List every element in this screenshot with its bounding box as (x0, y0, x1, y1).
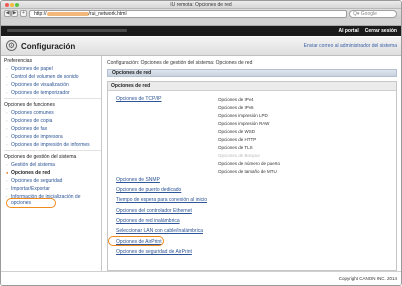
tcpip-subitem-disabled: Opciones de Bonjour (218, 153, 261, 158)
footer: Copyright CANON INC. 2014 (1, 271, 401, 285)
browser-toolbar: ◀ ▶ + http:// /rui_network.html Q▾ Google (1, 9, 401, 19)
sidebar-section-functions: Opciones de funciones (4, 102, 55, 108)
wireless-lan-link[interactable]: Opciones de red inalámbrica (116, 218, 180, 224)
search-field[interactable]: Q▾ Google (349, 10, 397, 18)
tcpip-subitem: Opciones impresión RAW (218, 121, 270, 126)
top-banner: Al portal Cerrar sesión (1, 26, 401, 36)
sidebar-item-network[interactable]: Opciones de red (1, 169, 101, 177)
divider (4, 98, 101, 99)
page-title: Configuración (21, 42, 76, 51)
startup-wait-time-link[interactable]: Tiempo de espera para conexión al inicio (116, 197, 207, 203)
url-prefix: http:// (34, 11, 47, 17)
airprint-highlight (108, 236, 164, 246)
sidebar-section-preferences: Preferencias (4, 58, 33, 64)
divider (4, 150, 101, 151)
address-bar[interactable]: http:// /rui_network.html (29, 10, 347, 18)
back-button[interactable]: ◀ (4, 10, 11, 17)
sidebar-item-display[interactable]: Opciones de visualización (1, 81, 101, 89)
url-suffix: /rui_network.html (88, 11, 127, 17)
panel-title: Opciones de red (108, 82, 396, 91)
ethernet-driver-link[interactable]: Opciones del controlador Ethernet (116, 208, 192, 214)
title-bar: IU remota: Opciones de red (1, 1, 401, 9)
portal-link[interactable]: Al portal (338, 28, 358, 34)
send-email-admin-link[interactable]: Enviar correo al administrador del siste… (304, 43, 397, 49)
tcpip-subitem: Opciones impresión LPD (218, 113, 268, 118)
sidebar-item-paper[interactable]: Opciones de papel (1, 65, 101, 73)
tcpip-subitem: Opciones de HTTP (218, 137, 257, 142)
sidebar-item-timer[interactable]: Opciones de temporizador (1, 89, 101, 97)
tcpip-settings-link[interactable]: Opciones de TCP/IP (116, 96, 162, 102)
dedicated-port-link[interactable]: Opciones de puerto dedicado (116, 187, 181, 193)
add-bookmark-button[interactable]: + (20, 10, 27, 17)
gear-icon: ⚙ (6, 40, 17, 51)
redacted-address (46, 11, 89, 16)
select-wired-wireless-link[interactable]: Seleccionar LAN con cable/inalámbrica (116, 228, 203, 234)
tcpip-subitem: Opciones de número de puerto (218, 161, 281, 166)
tcpip-subitem: Opciones de TLS (218, 145, 253, 150)
sidebar-item-copy[interactable]: Opciones de copia (1, 117, 101, 125)
sidebar-item-import-export[interactable]: Importar/Exportar (1, 185, 101, 193)
main-content: Configuración: Opciones de gestión del s… (103, 56, 401, 285)
bookmarks-bar (1, 19, 401, 26)
logout-link[interactable]: Cerrar sesión (365, 28, 397, 34)
airprint-security-link[interactable]: Opciones de seguridad de AirPrint (116, 249, 192, 255)
banner-device-info (7, 29, 127, 32)
sidebar-item-report-printing[interactable]: Opciones de impresión de informes (1, 141, 101, 149)
tcpip-subitem: Opciones de tamaño de MTU (218, 169, 277, 174)
banner-links: Al portal Cerrar sesión (332, 28, 397, 34)
sidebar: Preferencias Opciones de papel Control d… (1, 56, 102, 271)
browser-window: IU remota: Opciones de red ◀ ▶ + http://… (0, 0, 402, 286)
page-header: ⚙ Configuración Enviar correo al adminis… (1, 37, 401, 56)
sidebar-item-printer[interactable]: Opciones de impresora (1, 133, 101, 141)
sidebar-item-common[interactable]: Opciones comunes (1, 109, 101, 117)
tcpip-subitem: Opciones de IPv4 (218, 97, 254, 102)
snmp-settings-link[interactable]: Opciones de SNMP (116, 177, 160, 183)
window-title: IU remota: Opciones de red (170, 2, 232, 8)
sidebar-item-sound-volume[interactable]: Control del volumen de sonido (1, 73, 101, 81)
section-title: Opciones de red (107, 69, 397, 77)
copyright-text: Copyright CANON INC. 2014 (338, 276, 397, 281)
tcpip-subitem: Opciones de WSD (218, 129, 256, 134)
tcpip-subitem: Opciones de IPv6 (218, 105, 254, 110)
sidebar-item-fax[interactable]: Opciones de fax (1, 125, 101, 133)
forward-button[interactable]: ▶ (11, 10, 18, 17)
breadcrumb: Configuración: Opciones de gestión del s… (107, 60, 253, 66)
sidebar-item-security[interactable]: Opciones de seguridad (1, 177, 101, 185)
network-highlight (6, 198, 56, 208)
sidebar-item-system-management[interactable]: Gestión del sistema (1, 161, 101, 169)
sidebar-section-system-management: Opciones de gestión del sistema (4, 154, 77, 160)
